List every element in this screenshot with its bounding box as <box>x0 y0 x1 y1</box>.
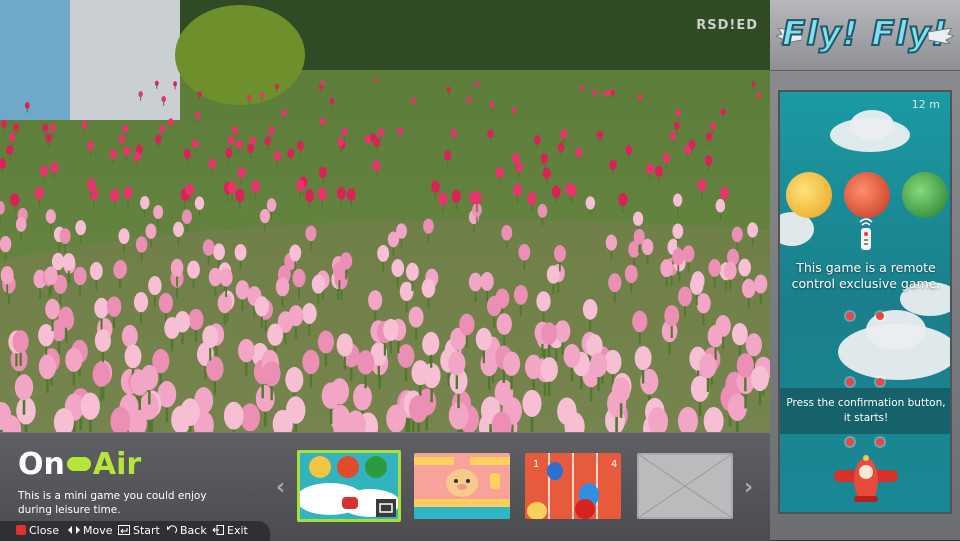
hint-label: Exit <box>227 524 248 537</box>
key-hints: Close Move Start Back Exit <box>0 521 270 541</box>
marker-icon <box>846 378 854 386</box>
left-right-arrows-icon <box>68 526 80 534</box>
thumbnail-fly-fly[interactable] <box>297 450 401 522</box>
empty-slot-icon <box>637 453 733 519</box>
back-icon <box>167 525 177 534</box>
cloud-decoration <box>850 110 894 140</box>
remote-control-icon <box>859 218 873 250</box>
game-preview-screen: 12 m This game is a remote control exclu… <box>778 90 952 514</box>
cloud-decoration <box>866 310 926 350</box>
hint-close[interactable]: Close <box>16 524 59 537</box>
hint-back[interactable]: Back <box>166 524 207 537</box>
hint-start[interactable]: Start <box>118 524 160 537</box>
thumbnail-pig-runner[interactable] <box>414 453 510 519</box>
hint-exit[interactable]: Exit <box>212 524 248 537</box>
hint-label: Start <box>133 524 160 537</box>
hint-label: Close <box>29 524 59 537</box>
candy-ball-icon <box>844 172 890 218</box>
brand-description: This is a mini game you could enjoy duri… <box>18 490 207 516</box>
remote-only-message: This game is a remote control exclusive … <box>791 260 941 291</box>
red-square-icon <box>16 525 26 535</box>
game-preview-panel: Fly! Fly! 12 m This game is a remote con… <box>770 0 960 540</box>
enter-icon <box>118 525 130 535</box>
bird-race-preview: 1 4 <box>525 453 621 519</box>
marker-icon <box>846 438 854 446</box>
brand-on: On <box>18 447 65 482</box>
scroll-left-arrow[interactable]: ‹ <box>276 475 285 500</box>
background-photo: RSD!ED <box>0 0 770 432</box>
airplane-icon <box>834 455 898 502</box>
marker-icon <box>876 438 884 446</box>
hint-move[interactable]: Move <box>68 524 113 537</box>
bottom-bar: On Air This is a mini game you could enjo… <box>0 432 770 541</box>
start-message: Press the confirmation button, it starts… <box>786 397 946 424</box>
game-title-header: Fly! Fly! <box>770 0 960 71</box>
thumbnail-empty[interactable] <box>637 453 733 519</box>
channel-logo: RSD!ED <box>696 18 758 33</box>
thumbnail-bird-race[interactable]: 1 4 <box>525 453 621 519</box>
candy-ball-icon <box>902 172 948 218</box>
svg-text:4: 4 <box>611 459 617 470</box>
distance-readout: 12 m <box>911 98 940 111</box>
scroll-right-arrow[interactable]: › <box>744 475 753 500</box>
marker-icon <box>876 378 884 386</box>
candy-ball-icon <box>786 172 832 218</box>
gamepad-icon <box>66 457 91 471</box>
marker-icon <box>876 312 884 320</box>
hint-label: Move <box>83 524 113 537</box>
fly-fly-preview <box>300 453 398 519</box>
brand-air: Air <box>92 447 142 482</box>
exit-icon <box>212 525 224 535</box>
pig-runner-preview <box>414 453 510 519</box>
marker-icon <box>846 312 854 320</box>
right-wing-icon <box>928 28 954 44</box>
hint-label: Back <box>180 524 207 537</box>
svg-text:1: 1 <box>533 459 539 470</box>
on-air-brand: On Air <box>18 447 141 482</box>
